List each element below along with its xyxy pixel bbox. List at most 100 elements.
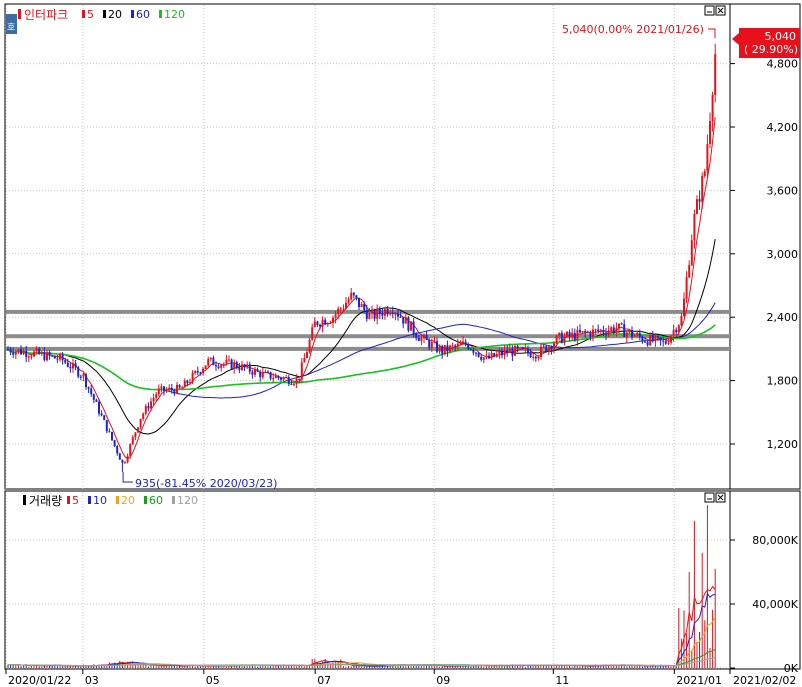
x-axis-labels: 2020/01/22 03 05 07 09 11 2021/01 2021/02/02: [5, 669, 796, 687]
candle-body: [477, 352, 480, 357]
candle-body: [542, 346, 545, 348]
volume-title-marker: [23, 495, 26, 505]
candle-body: [61, 354, 64, 361]
legend-swatch: [67, 496, 70, 504]
candle-body: [553, 343, 555, 350]
candle-body: [282, 377, 285, 380]
candle-body: [404, 317, 407, 324]
legend-label: 120: [164, 8, 185, 21]
x-axis-label: 2020/01/22: [8, 674, 71, 687]
candle-body: [196, 371, 199, 373]
chart-settings-button[interactable]: 호: [6, 14, 17, 34]
candle-body: [623, 324, 626, 337]
candle-body: [168, 387, 171, 390]
candle-body: [638, 333, 641, 338]
candle-body: [365, 309, 368, 319]
volume-close-button[interactable]: [715, 492, 726, 503]
volume-grid: [5, 492, 730, 669]
candle-body: [160, 386, 163, 389]
candle-body: [183, 380, 186, 388]
candle-body: [654, 335, 657, 342]
candle-body: [345, 302, 347, 309]
legend-label: 10: [93, 494, 107, 507]
candle-body: [14, 351, 17, 355]
candle-body: [118, 453, 121, 460]
volume-minimize-button[interactable]: [704, 492, 715, 503]
candle-body: [363, 304, 366, 310]
candle-body: [521, 347, 524, 349]
candle-body: [300, 362, 303, 380]
legend-swatch: [82, 10, 85, 18]
volume-ma-line-5: [7, 585, 716, 667]
high-annotation: 5,040(0.00% 2021/01/26): [562, 23, 716, 39]
candle-body: [352, 292, 355, 296]
candle-body: [423, 335, 425, 338]
candle-body: [511, 348, 514, 356]
volume-header: 거래량: [23, 494, 62, 508]
price-close-button[interactable]: [715, 5, 726, 16]
candle-body: [85, 374, 87, 387]
candle-body: [7, 349, 9, 351]
candle-body: [129, 444, 132, 456]
candle-body: [490, 353, 493, 359]
candle-body: [459, 343, 462, 345]
candle-body: [186, 380, 189, 384]
candle-body: [550, 346, 553, 350]
candle-body: [46, 352, 48, 361]
candle-body: [589, 332, 592, 337]
candle-body: [462, 341, 464, 344]
candle-body: [285, 377, 288, 379]
candle-body: [566, 331, 568, 337]
candle-body: [711, 94, 714, 122]
candle-body: [92, 394, 95, 400]
candle-body: [290, 383, 293, 385]
candle-body: [222, 363, 225, 365]
candle-body: [324, 319, 327, 325]
candle-body: [607, 330, 610, 335]
candle-body: [547, 346, 550, 352]
candle-body: [698, 199, 701, 202]
low-annotation: 935(-81.45% 2020/03/23): [122, 472, 277, 490]
price-title: 인터파크: [24, 8, 68, 22]
candle-body: [259, 371, 262, 378]
candle-body: [514, 346, 516, 356]
candle-body: [568, 331, 571, 337]
candle-body: [90, 388, 93, 395]
price-axis-frame: [729, 3, 801, 490]
candle-body: [446, 345, 449, 352]
price-tick-label: 1,800: [767, 375, 799, 388]
candle-body: [64, 360, 67, 363]
stock-chart: 4,800 4,200 3,600 3,000 2,400 1,800 1,200 80,0…: [4, 3, 801, 687]
candle-body: [280, 377, 282, 380]
candle-body: [649, 334, 652, 346]
candle-body: [670, 335, 672, 343]
candle-body: [191, 373, 194, 383]
chart-type-icon: 호: [7, 22, 15, 33]
candle-body: [417, 337, 420, 341]
candle-body: [534, 356, 537, 359]
candle-body: [581, 331, 584, 333]
candle-body: [696, 199, 698, 214]
candle-body: [264, 371, 267, 373]
candle-body: [662, 340, 665, 342]
candle-body: [612, 327, 615, 333]
candle-body: [501, 351, 503, 356]
candle-body: [685, 277, 688, 299]
candle-body: [425, 335, 428, 340]
candle-body: [579, 329, 581, 333]
candle-body: [709, 121, 711, 144]
candle-body: [56, 358, 59, 360]
candle-body: [371, 310, 373, 314]
price-minimize-button[interactable]: [704, 5, 715, 16]
candle-body: [628, 330, 631, 333]
candle-body: [209, 357, 212, 360]
candle-body: [412, 321, 415, 334]
candle-body: [248, 364, 251, 372]
candle-body: [527, 348, 529, 353]
legend-label: 5: [87, 8, 94, 21]
candle-body: [347, 299, 350, 303]
candle-body: [376, 308, 379, 319]
candle-body: [584, 331, 587, 333]
candle-body: [519, 347, 522, 349]
candle-body: [134, 432, 137, 438]
